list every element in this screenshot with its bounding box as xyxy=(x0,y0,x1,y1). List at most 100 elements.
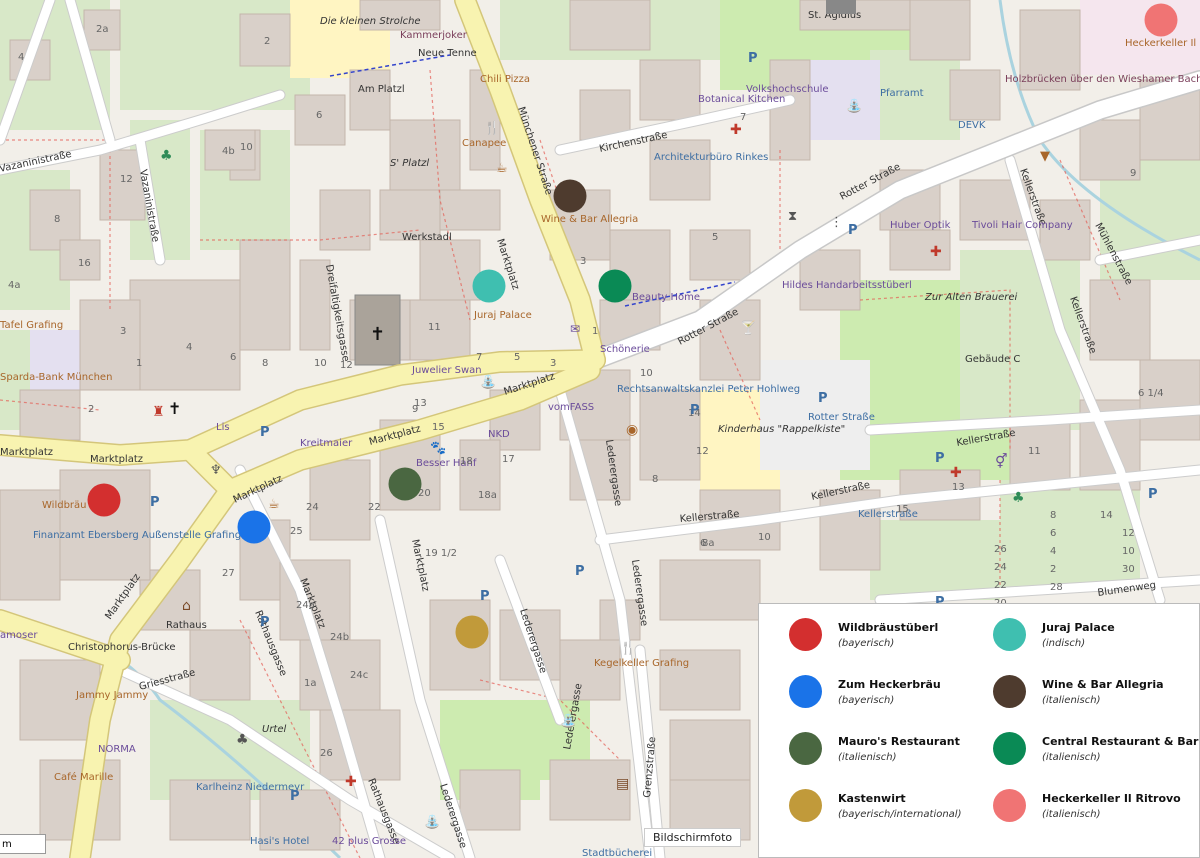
poi-label-juwelier-swan: Juwelier Swan xyxy=(411,365,482,376)
house-number: 8 xyxy=(652,474,658,485)
poi-label-hildes: Hildes Handarbeitsstüberl xyxy=(782,280,912,291)
marker-central-restaurant-bar[interactable] xyxy=(598,269,632,303)
place-label-gebaude-c: Gebäude C xyxy=(965,354,1020,365)
house-number: 2 xyxy=(264,36,270,47)
house-number-19-half: 19 1/2 xyxy=(425,548,457,559)
house-number: 10 xyxy=(640,368,653,379)
poi-label-norma: NORMA xyxy=(98,744,136,755)
pharmacy-icon: ✚ xyxy=(930,244,942,260)
house-number: 4b xyxy=(222,146,235,157)
poi-label-wildbrau: Wildbräu xyxy=(42,500,87,511)
marker-mauros-restaurant[interactable] xyxy=(388,467,422,501)
marker-zum-heckerbraeu[interactable] xyxy=(237,510,271,544)
house-number: 24 xyxy=(306,502,319,513)
place-label-s-platzl: S' Platzl xyxy=(390,158,429,169)
legend-item: Zum Heckerbräu (bayerisch) xyxy=(789,675,941,708)
poi-label-volkshochschule: Volkshochschule xyxy=(746,84,829,95)
library-icon: ▤ xyxy=(616,776,629,792)
poi-label-rotter-strasse-parking: Rotter Straße xyxy=(808,412,875,423)
place-label-kammerjoker: Kammerjoker xyxy=(400,30,468,41)
legend-name: Central Restaurant & Bar xyxy=(1042,734,1199,748)
legend-text: Heckerkeller Il Ritrovo (italienisch) xyxy=(1042,792,1181,820)
poi-label-wine-bar: Wine & Bar Allegria xyxy=(541,214,638,225)
house-number: 8 xyxy=(1050,510,1056,521)
restaurant-icon: 🍴 xyxy=(620,640,636,656)
poi-label-nkd: NKD xyxy=(488,429,510,440)
marker-wine-bar-allegria[interactable] xyxy=(553,179,587,213)
place-label-kellerstrasse-park: Kellerstraße xyxy=(858,509,918,520)
house-number: 24 xyxy=(994,562,1007,573)
parking-icon: P xyxy=(150,495,160,510)
legend-dot xyxy=(993,618,1026,651)
screenshot-caption: Bildschirmfoto xyxy=(644,828,742,847)
marker-kastenwirt[interactable] xyxy=(455,615,489,649)
place-label-rathaus: Rathaus xyxy=(166,620,207,631)
house-number: 2 xyxy=(88,404,94,415)
house-number: 24c xyxy=(350,670,368,681)
marker-wildbraeustuberl[interactable] xyxy=(87,483,121,517)
place-label-holzbruecken: Holzbrücken über den Wieshamer Bach xyxy=(1005,74,1200,85)
house-number: 24b xyxy=(330,632,349,643)
house-number: 6 xyxy=(1050,528,1056,539)
house-number: 18 xyxy=(460,456,473,467)
poi-label-finanzamt: Finanzamt Ebersberg Außenstelle Grafing xyxy=(33,530,241,541)
doctor-icon: ✚ xyxy=(730,122,742,138)
parking-icon: P xyxy=(848,223,858,238)
marker-heckerkeller-il-ritrovo[interactable] xyxy=(1144,3,1178,37)
legend: Wildbräustüberl (bayerisch) Juraj Palace (i… xyxy=(758,603,1200,858)
legend-item: Wine & Bar Allegria (italienisch) xyxy=(993,675,1164,708)
legend-name: Mauro's Restaurant xyxy=(838,734,960,748)
legend-dot xyxy=(993,732,1026,765)
street-label-marktplatz-west: Marktplatz xyxy=(90,454,143,465)
legend-dot xyxy=(993,675,1026,708)
place-label-urtel: Urtel xyxy=(262,724,287,735)
place-label-am-platzl: Am Platzl xyxy=(358,84,405,95)
playground-icon: ♣ xyxy=(236,732,249,748)
pharmacy-icon: ✚ xyxy=(950,465,962,481)
poi-label-pfarramt: Pfarramt xyxy=(880,88,924,99)
legend-text: Zum Heckerbräu (bayerisch) xyxy=(838,678,941,706)
legend-text: Wine & Bar Allegria (italienisch) xyxy=(1042,678,1164,706)
house-number: 1 xyxy=(592,326,598,337)
house-number: 10 xyxy=(758,532,771,543)
poi-label-huber-optik: Huber Optik xyxy=(890,220,951,231)
legend-text: Wildbräustüberl (bayerisch) xyxy=(838,621,938,649)
house-number: 26 xyxy=(320,748,333,759)
place-label-kinderhaus: Kinderhaus "Rappelkiste" xyxy=(718,424,845,435)
legend-category: (bayerisch/international) xyxy=(838,808,962,820)
legend-category: (italienisch) xyxy=(1042,751,1101,763)
parking-icon: P xyxy=(575,564,585,579)
legend-name: Kastenwirt xyxy=(838,791,906,805)
house-number: 3 xyxy=(580,256,586,267)
icecream-icon: ▼ xyxy=(1040,149,1050,164)
house-number: 4 xyxy=(1050,546,1056,557)
house-number: 14 xyxy=(1100,510,1113,521)
parking-icon: P xyxy=(935,451,945,466)
house-number: 1 xyxy=(136,358,142,369)
legend-dot xyxy=(789,618,822,651)
marker-juraj-palace[interactable] xyxy=(472,269,506,303)
parking-icon: P xyxy=(818,391,828,406)
poi-label-beauty-home: Beauty Home xyxy=(632,292,700,303)
house-number: 30 xyxy=(1122,564,1135,575)
poi-label-sparda: Sparda-Bank München xyxy=(0,372,112,383)
house-number: 24a xyxy=(296,600,315,611)
parking-icon: P xyxy=(290,789,300,804)
house-number: 26 xyxy=(994,544,1007,555)
house-number: 10 xyxy=(314,358,327,369)
poi-label-canapee: Canapee xyxy=(462,138,506,149)
legend-item: Central Restaurant & Bar (italienisch) xyxy=(993,732,1198,765)
legend-dot xyxy=(789,675,822,708)
house-number: 25 xyxy=(290,526,303,537)
poi-label-hasis-hotel: Hasi's Hotel xyxy=(250,836,309,847)
playground-icon: ♣ xyxy=(160,148,173,164)
house-number: 22 xyxy=(994,580,1007,591)
legend-item: Mauro's Restaurant (italienisch) xyxy=(789,732,960,765)
fountain-icon: ⛲ xyxy=(424,814,440,830)
poi-label-jammy: Jammy Jammy xyxy=(75,690,148,701)
legend-item: Wildbräustüberl (bayerisch) xyxy=(789,618,938,651)
legend-dot xyxy=(789,732,822,765)
parking-icon: P xyxy=(1148,487,1158,502)
legend-name: Wine & Bar Allegria xyxy=(1042,677,1164,691)
sculpture-icon: ♆ xyxy=(210,463,222,478)
